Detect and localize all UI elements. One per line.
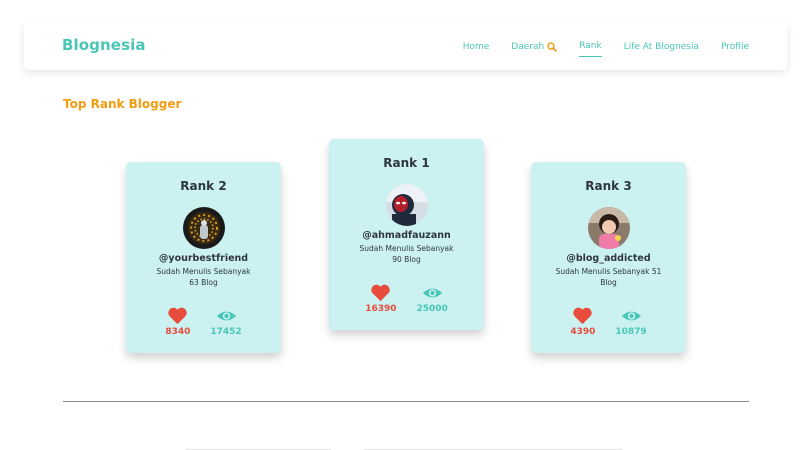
blog-count: Sudah Menulis Sebanyak 63 Blog — [145, 266, 263, 288]
nav-rank-link[interactable]: Rank — [579, 41, 602, 57]
views-stat[interactable]: 25000 — [417, 284, 448, 314]
section-divider — [63, 401, 749, 402]
search-icon — [547, 41, 558, 52]
heart-icon — [168, 307, 188, 325]
likes-stat[interactable]: 4390 — [570, 307, 595, 337]
username[interactable]: @yourbestfriend — [126, 253, 281, 264]
heart-icon — [573, 307, 593, 325]
section-title: Top Rank Blogger — [63, 97, 182, 111]
rank-card-3[interactable]: Rank 3 @blog_addicted Sudah Menulis Seba… — [531, 162, 686, 353]
eye-icon — [216, 311, 236, 321]
blog-count-line1: Sudah Menulis Sebanyak — [156, 267, 251, 276]
nav-home-label: Home — [462, 41, 490, 52]
rank-card-1[interactable]: Rank 1 @ahmadfauzann Sudah Menulis Seban… — [329, 139, 484, 330]
rank-title: Rank 1 — [383, 156, 430, 170]
likes-stat[interactable]: 16390 — [365, 284, 397, 314]
eye-icon — [422, 288, 442, 298]
eye-icon — [621, 311, 641, 321]
blog-count-line1: Sudah Menulis Sebanyak 51 — [555, 267, 662, 276]
avatar-image — [385, 184, 428, 226]
username[interactable]: @ahmadfauzann — [329, 230, 484, 241]
nav-life-link[interactable]: Life At Blognesia — [624, 41, 699, 57]
views-stat[interactable]: 17452 — [210, 307, 242, 337]
nav-daerah-label: Daerah — [511, 41, 545, 52]
brand-logo[interactable]: Blognesia — [62, 36, 146, 54]
avatar[interactable] — [182, 207, 225, 249]
nav-life-label: Life At Blognesia — [623, 41, 700, 52]
avatar-image — [587, 207, 630, 249]
rank-card-2[interactable]: Rank 2 @yourbestfriend Sudah Menulis Seb… — [126, 162, 281, 353]
nav-profile-link[interactable]: Profile — [721, 41, 749, 57]
stats: 8340 17452 — [126, 307, 281, 337]
likes-count: 8340 — [165, 327, 191, 337]
nav-rank-label: Rank — [579, 41, 602, 51]
views-count: 17452 — [210, 327, 242, 337]
blog-count: Sudah Menulis Sebanyak 51 Blog — [550, 266, 668, 288]
likes-count: 4390 — [570, 327, 596, 337]
stats: 16390 25000 — [329, 284, 484, 314]
blog-count: Sudah Menulis Sebanyak 90 Blog — [348, 243, 466, 265]
stats: 4390 10879 — [531, 307, 686, 337]
navbar: Blognesia Home Daerah Rank Life At Blogn… — [24, 22, 787, 70]
nav-links: Home Daerah Rank Life At Blognesia Profi… — [463, 41, 749, 57]
likes-stat[interactable]: 8340 — [165, 307, 190, 337]
nav-home-link[interactable]: Home — [463, 41, 490, 57]
blog-count-line2: Blog — [600, 278, 617, 287]
blog-count-line1: Sudah Menulis Sebanyak — [359, 244, 454, 253]
avatar[interactable] — [587, 207, 630, 249]
nav-profile-label: Profile — [721, 41, 749, 52]
rank-title: Rank 2 — [180, 179, 227, 193]
blog-count-line2: 63 Blog — [189, 278, 218, 287]
nav-daerah-link[interactable]: Daerah — [511, 41, 558, 57]
heart-icon — [371, 284, 391, 302]
avatar[interactable] — [385, 184, 428, 226]
views-count: 25000 — [416, 304, 448, 314]
username[interactable]: @blog_addicted — [531, 253, 686, 264]
avatar-image — [182, 207, 225, 249]
views-stat[interactable]: 10879 — [615, 307, 647, 337]
likes-count: 16390 — [365, 304, 397, 314]
views-count: 10879 — [615, 327, 647, 337]
blog-count-line2: 90 Blog — [392, 255, 421, 264]
rank-title: Rank 3 — [585, 179, 632, 193]
